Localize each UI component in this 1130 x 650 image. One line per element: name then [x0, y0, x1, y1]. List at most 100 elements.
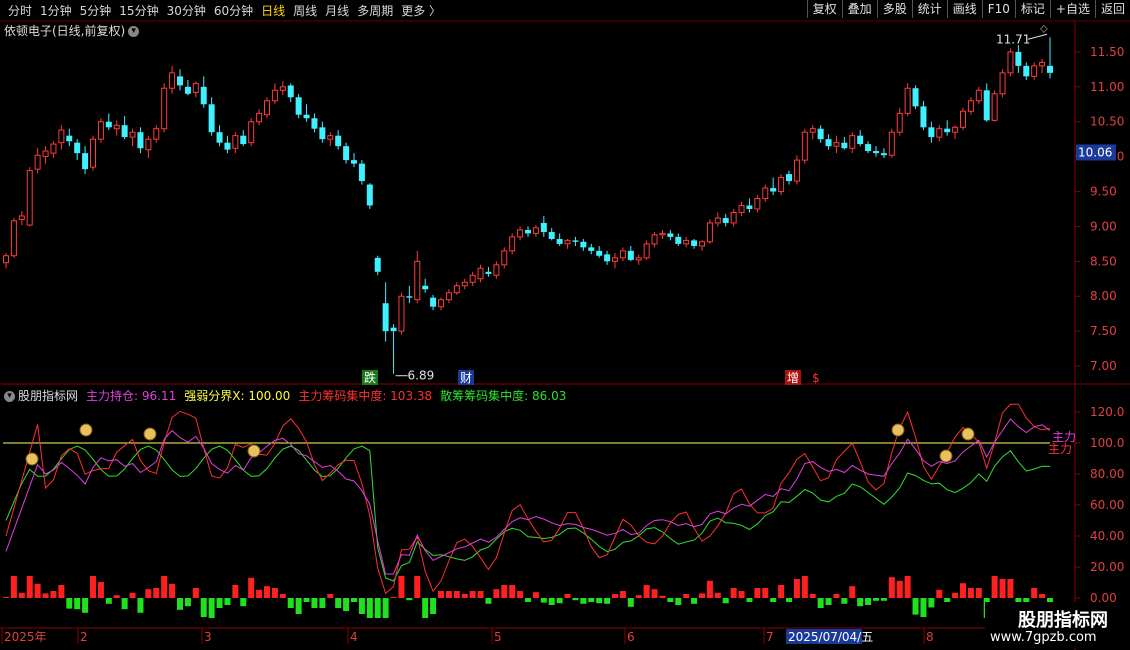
indicator-retail-concentration: 散筹筹码集中度: 86.03: [440, 389, 567, 403]
period-tab[interactable]: 多周期: [353, 2, 397, 19]
volume-bar: [169, 583, 176, 598]
candle-body: [453, 285, 460, 294]
candle-body: [121, 125, 128, 138]
period-tab[interactable]: 更多 〉: [397, 2, 445, 19]
chevron-down-icon[interactable]: ▾: [4, 391, 15, 402]
candle-body: [912, 88, 919, 107]
volume-bar: [1039, 594, 1046, 598]
chevron-down-icon[interactable]: ▾: [128, 26, 140, 37]
indicator-boundary: 强弱分界X: 100.00: [184, 389, 291, 403]
volume-bar: [58, 585, 65, 598]
volume-bar: [74, 598, 81, 610]
volume-bar: [651, 589, 658, 598]
volume-bar: [1031, 588, 1038, 598]
candle-body: [438, 299, 444, 308]
candle-body: [762, 187, 769, 200]
volume-bar: [1007, 579, 1014, 598]
period-tab[interactable]: 1分钟: [36, 2, 76, 19]
price-tick-label: 7.50: [1090, 324, 1117, 338]
date-label: 8: [926, 630, 934, 644]
toolbar-button[interactable]: 标记: [1014, 0, 1050, 18]
candle-body: [706, 222, 713, 243]
candle-body: [445, 292, 452, 301]
period-tab[interactable]: 日线: [257, 2, 289, 19]
volume-bar: [770, 598, 777, 602]
candle-body: [967, 100, 974, 112]
volume-bar: [113, 595, 120, 598]
candle-body: [991, 93, 998, 121]
volume-bar: [406, 598, 413, 601]
volume-bar: [137, 598, 144, 613]
period-tab[interactable]: 分时: [4, 2, 36, 19]
money-bag-icon: [961, 427, 975, 441]
candle-body: [975, 89, 982, 102]
volume-bar: [485, 598, 492, 604]
candle-body: [161, 87, 168, 130]
volume-bar: [675, 598, 682, 605]
candle-body: [675, 236, 682, 244]
stock-name: 依顿电子(日线,前复权): [4, 24, 126, 38]
period-tab[interactable]: 月线: [321, 2, 353, 19]
candle-body: [683, 239, 690, 245]
candle-body: [920, 106, 927, 128]
stock-title[interactable]: 依顿电子(日线,前复权) ▾: [4, 22, 140, 39]
volume-bar: [264, 586, 270, 598]
volume-bar: [161, 576, 168, 598]
toolbar-button[interactable]: +自选: [1049, 0, 1095, 18]
stock-chart[interactable]: 11.5011.0010.5010.009.509.008.508.007.50…: [0, 0, 1130, 650]
period-tab[interactable]: 15分钟: [115, 2, 162, 19]
volume-bar: [643, 585, 650, 598]
volume-bar: [50, 591, 57, 598]
side-label: 主力: [1048, 442, 1072, 456]
candle-body: [928, 127, 935, 138]
price-tick-label: 11.00: [1090, 80, 1124, 94]
toolbar-button[interactable]: F10: [981, 0, 1015, 18]
volume-bar: [256, 589, 263, 598]
volume-bar: [493, 589, 500, 598]
volume-bar: [105, 598, 112, 604]
toolbar-button[interactable]: 叠加: [841, 0, 877, 18]
candle-body: [738, 204, 745, 213]
candle-body: [90, 138, 96, 168]
toolbar-button[interactable]: 复权: [806, 0, 842, 18]
candle-body: [1039, 61, 1046, 67]
candle-body: [896, 112, 903, 133]
volume-bar: [952, 592, 959, 598]
candle-body: [382, 303, 389, 332]
volume-bar: [762, 588, 769, 598]
volume-bar: [90, 576, 96, 598]
volume-bar: [778, 585, 785, 598]
money-bag-icon: [939, 449, 953, 463]
candle-body: [26, 170, 33, 226]
toolbar-button[interactable]: 画线: [946, 0, 982, 18]
volume-bar: [445, 591, 452, 598]
volume-bar: [738, 591, 745, 598]
period-tab[interactable]: 周线: [289, 2, 321, 19]
candle-body: [627, 250, 634, 260]
indicator-tick-label: 60.00: [1090, 498, 1124, 512]
candle-body: [952, 126, 959, 133]
period-tab[interactable]: 5分钟: [76, 2, 116, 19]
candle-body: [722, 218, 729, 223]
period-tab[interactable]: 60分钟: [210, 2, 257, 19]
candle-body: [422, 285, 429, 290]
candle-body: [105, 121, 112, 128]
volume-bar: [327, 594, 334, 598]
volume-bar: [279, 594, 286, 598]
period-tab[interactable]: 30分钟: [163, 2, 210, 19]
candle-body: [667, 233, 674, 237]
volume-bar: [612, 594, 618, 598]
candle-body: [303, 114, 310, 119]
candle-body: [532, 227, 539, 234]
toolbar-button[interactable]: 多股: [876, 0, 912, 18]
volume-bar: [248, 577, 255, 598]
volume-bar: [295, 598, 302, 614]
candle-body: [960, 110, 966, 128]
toolbar-button[interactable]: 返回: [1094, 0, 1130, 18]
toolbar-button[interactable]: 统计: [911, 0, 947, 18]
candle-body: [548, 232, 555, 239]
indicator-title[interactable]: ▾ 股朋指标网 主力持仓: 96.11 强弱分界X: 100.00 主力筹码集中度: 1…: [4, 387, 574, 404]
candle-body: [74, 142, 81, 154]
candle-body: [319, 127, 326, 140]
volume-bar: [564, 594, 571, 598]
